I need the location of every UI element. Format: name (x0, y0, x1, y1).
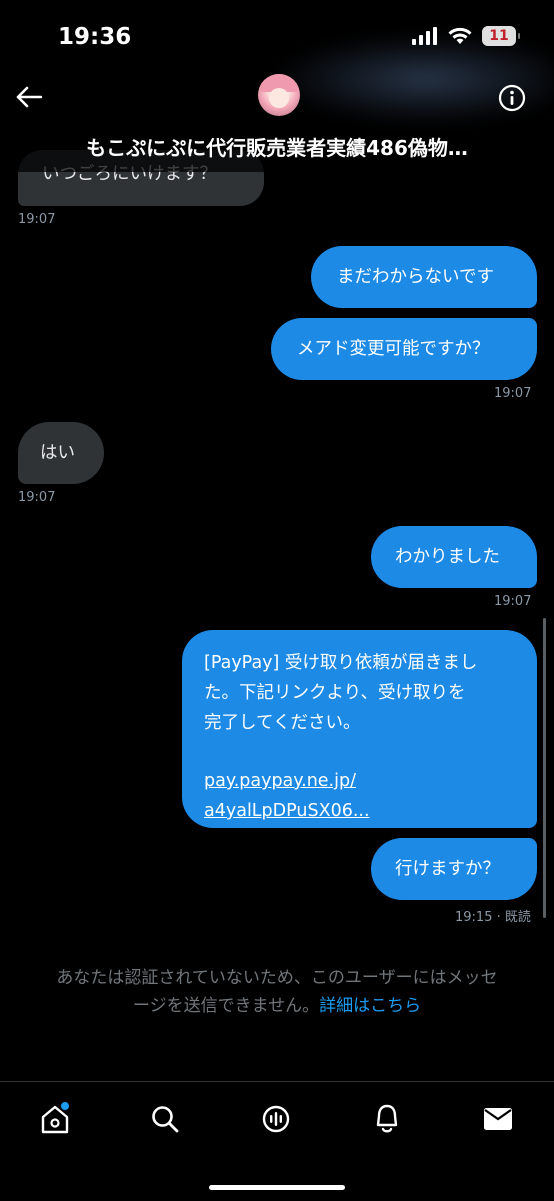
cannot-message-notice: あなたは認証されていないため、このユーザーにはメッセ ージを送信できません。詳細… (0, 964, 554, 1020)
paypay-link[interactable]: a4yalLpDPuSX06... (204, 796, 477, 826)
message-timestamp-read: 19:15 · 既読 (455, 910, 531, 925)
message-text: まだわからないです (337, 267, 494, 287)
bell-icon (376, 1104, 398, 1133)
learn-more-link[interactable]: 詳細はこちら (319, 996, 421, 1016)
battery-icon: 11 (482, 26, 520, 46)
cellular-signal-icon (412, 27, 437, 45)
tab-home[interactable] (38, 1102, 72, 1136)
incoming-message[interactable]: はい (18, 422, 104, 484)
message-text: わかりました (395, 547, 500, 567)
message-text-line: た。下記リンクより、受け取りを (204, 683, 466, 703)
outgoing-message[interactable]: わかりました (371, 526, 537, 588)
bottom-tab-bar (0, 1081, 554, 1201)
outgoing-message-paypay[interactable]: [PayPay] 受け取り依頼が届きまし た。下記リンクより、受け取りを 完了し… (182, 630, 537, 828)
tab-spaces[interactable] (259, 1102, 293, 1136)
message-text: メアド変更可能ですか？ (297, 339, 490, 359)
back-button[interactable] (14, 82, 44, 112)
notice-line: あなたは認証されていないため、このユーザーにはメッセ (56, 968, 498, 988)
home-indicator[interactable] (209, 1185, 345, 1190)
message-text-line: [PayPay] 受け取り依頼が届きまし (204, 653, 478, 673)
info-button[interactable] (498, 84, 526, 112)
back-arrow-icon (16, 86, 42, 108)
search-icon (152, 1106, 179, 1133)
message-text: 行けますか？ (395, 859, 500, 879)
outgoing-message[interactable]: 行けますか？ (371, 838, 537, 900)
message-timestamp: 19:07 (18, 212, 56, 227)
outgoing-message[interactable]: メアド変更可能ですか？ (271, 318, 537, 380)
wifi-icon (448, 27, 472, 44)
message-text-line: 完了してください。 (204, 713, 361, 733)
avatar[interactable] (258, 74, 300, 116)
message-timestamp: 19:07 (494, 594, 532, 609)
home-icon (41, 1102, 69, 1134)
message-text: はい (40, 443, 75, 463)
status-bar: 19:36 11 (0, 0, 554, 70)
message-timestamp: 19:07 (494, 386, 532, 401)
mail-icon (484, 1108, 512, 1130)
info-icon (498, 84, 526, 112)
status-time: 19:36 (58, 24, 132, 50)
tab-search[interactable] (148, 1102, 182, 1136)
message-timestamp: 19:07 (18, 490, 56, 505)
outgoing-message[interactable]: まだわからないです (311, 246, 537, 308)
scrollbar[interactable] (543, 618, 546, 918)
notice-line: ージを送信できません。 (132, 996, 320, 1016)
conversation-title[interactable]: もこぷにぷに代行販売業者実績486偽物… (0, 132, 554, 161)
tab-notifications[interactable] (370, 1102, 404, 1136)
spaces-icon (262, 1105, 290, 1133)
paypay-link[interactable]: pay.paypay.ne.jp/ (204, 766, 477, 796)
tab-messages[interactable] (481, 1102, 515, 1136)
